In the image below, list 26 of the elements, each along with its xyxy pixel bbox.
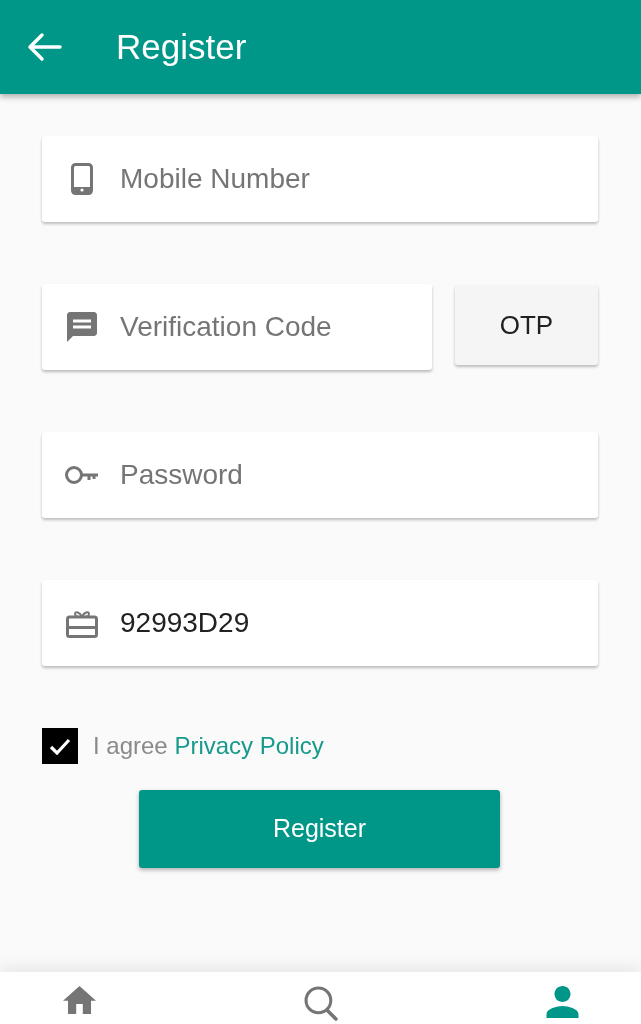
password-input[interactable]: Password <box>120 454 582 496</box>
check-icon <box>49 737 71 755</box>
key-icon <box>65 465 99 485</box>
search-tab[interactable] <box>303 986 339 1021</box>
home-icon <box>63 986 96 1014</box>
code-field[interactable]: 92993D29 <box>42 580 598 666</box>
back-button[interactable] <box>26 32 62 62</box>
mobile-number-field[interactable]: Mobile Number <box>42 136 598 222</box>
person-icon <box>546 986 579 1018</box>
mobile-number-input[interactable]: Mobile Number <box>120 158 582 200</box>
register-button[interactable]: Register <box>139 790 500 868</box>
profile-tab[interactable] <box>546 986 579 1018</box>
code-input[interactable]: 92993D29 <box>120 602 582 644</box>
gift-card-icon <box>66 608 98 638</box>
page-title: Register <box>116 25 247 68</box>
search-icon <box>303 986 339 1021</box>
mobile-phone-icon <box>71 163 93 195</box>
agreement-text: I agree Privacy Policy <box>93 731 324 761</box>
agree-checkbox[interactable] <box>42 728 78 764</box>
password-field[interactable]: Password <box>42 432 598 518</box>
home-tab[interactable] <box>63 986 96 1014</box>
otp-button[interactable]: OTP <box>455 285 598 365</box>
verification-code-field[interactable]: Verification Code <box>42 284 432 370</box>
verification-code-input[interactable]: Verification Code <box>120 306 416 348</box>
message-icon <box>67 312 97 342</box>
arrow-left-icon <box>26 32 62 62</box>
